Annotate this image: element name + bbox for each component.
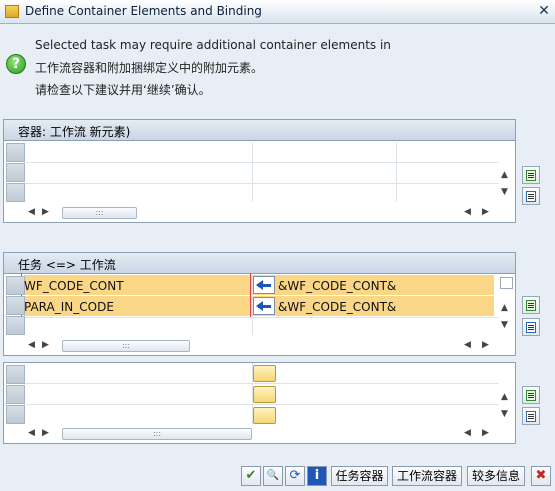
scroll-down-icon[interactable]: ▼ [501,320,508,330]
workflow-container-button[interactable]: 工作流容器 [392,466,462,486]
workflow-element-cell[interactable]: &WF_CODE_CONT& [278,279,396,293]
row-selector[interactable] [6,385,25,404]
row-selector[interactable] [6,316,25,335]
confirm-button[interactable]: ✔ [241,466,261,486]
row-selector[interactable] [6,296,25,315]
title-bar: Define Container Elements and Binding ✕ [0,0,555,24]
new-elements-table: 容器: 工作流 新元素) ▲ ▼ ◀ ▶ ::: ◀ ▶ [3,119,516,223]
row-selector[interactable] [6,276,25,295]
binding-table: 任务 <=> 工作流 WF_CODE_CONT PARA_IN_CODE &WF… [3,252,516,356]
refresh-button[interactable]: ⟳ [285,466,305,486]
scroll-right-icon[interactable]: ▶ [42,428,49,438]
scroll-right-icon[interactable]: ▶ [482,340,489,350]
insert-icon [526,170,536,181]
more-info-button[interactable]: 较多信息 [467,466,525,486]
scroll-left-icon[interactable]: ◀ [464,207,471,217]
details-icon [526,191,536,202]
horizontal-scrollbar[interactable]: ◀ ▶ ::: ◀ ▶ [26,206,496,220]
binding-direction-button[interactable] [253,386,276,403]
new-elements-title: 容器: 工作流 新元素) [18,125,131,139]
task-element-cell[interactable]: WF_CODE_CONT [24,279,124,293]
close-icon[interactable]: ✕ [536,2,552,20]
row-selector[interactable] [6,163,25,182]
row-selector[interactable] [6,365,25,384]
insert-row-button[interactable] [522,386,540,404]
scroll-right-icon[interactable]: ▶ [482,207,489,217]
new-elements-header: 容器: 工作流 新元素) [4,120,515,141]
task-container-button[interactable]: 任务容器 [331,466,388,486]
binding-title: 任务 <=> 工作流 [18,258,116,272]
cancel-button[interactable]: ✖ [531,466,551,486]
details-icon [526,411,536,422]
insert-row-button[interactable] [522,166,540,184]
scroll-up-icon[interactable]: ▲ [501,303,508,313]
scroll-thumb[interactable]: ::: [62,428,252,440]
binding-direction-button[interactable] [253,365,276,382]
row-selector[interactable] [6,183,25,202]
window-icon [5,5,19,18]
details-icon [526,322,536,333]
scroll-up-icon[interactable]: ▲ [501,392,508,402]
details-button[interactable] [522,318,540,336]
horizontal-scrollbar[interactable]: ◀ ▶ ::: ◀ ▶ [26,339,496,353]
binding-header: 任务 <=> 工作流 [4,253,515,274]
task-element-cell[interactable]: PARA_IN_CODE [24,300,114,314]
insert-icon [526,390,536,401]
message-line-1: Selected task may require additional con… [35,38,391,52]
scroll-right-icon[interactable]: ▶ [42,207,49,217]
scroll-down-icon[interactable]: ▼ [501,409,508,419]
scroll-up-icon[interactable]: ▲ [501,170,508,180]
scroll-left-icon[interactable]: ◀ [28,207,35,217]
scroll-left-icon[interactable]: ◀ [464,428,471,438]
row-selector[interactable] [6,143,25,162]
question-icon: ? [6,54,26,74]
binding-direction-arrow-icon[interactable] [253,297,275,315]
scroll-right-icon[interactable]: ▶ [482,428,489,438]
scroll-left-icon[interactable]: ◀ [28,340,35,350]
scroll-right-icon[interactable]: ▶ [42,340,49,350]
insert-row-button[interactable] [522,296,540,314]
additional-binding-table: ▲ ▼ ◀ ▶ ::: ◀ ▶ [3,362,516,444]
binding-direction-button[interactable] [253,407,276,424]
insert-icon [526,300,536,311]
details-button[interactable] [522,187,540,205]
scroll-down-icon[interactable]: ▼ [501,187,508,197]
binding-direction-arrow-icon[interactable] [253,276,275,294]
scroll-thumb[interactable]: ::: [62,340,190,352]
details-button[interactable] [522,407,540,425]
scroll-thumb[interactable]: ::: [62,207,137,219]
workflow-element-cell[interactable]: &WF_CODE_CONT& [278,300,396,314]
message-line-3: 请检查以下建议并用‘继续’确认。 [35,83,211,97]
row-selector[interactable] [6,405,25,424]
window-title: Define Container Elements and Binding [25,4,262,18]
find-button[interactable]: 🔍 [263,466,283,486]
scroll-up-icon[interactable] [500,277,513,289]
horizontal-scrollbar[interactable]: ◀ ▶ ::: ◀ ▶ [26,427,496,441]
scroll-left-icon[interactable]: ◀ [28,428,35,438]
scroll-left-icon[interactable]: ◀ [464,340,471,350]
info-button[interactable]: i [307,466,327,486]
message-line-2: 工作流容器和附加捆绑定义中的附加元素。 [35,61,264,75]
